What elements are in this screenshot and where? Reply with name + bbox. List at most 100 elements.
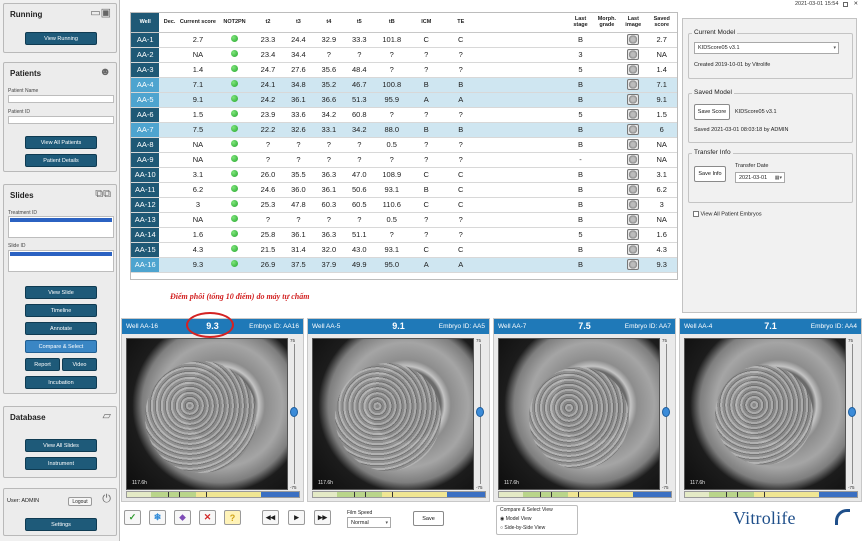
last-image-icon[interactable] [627, 229, 640, 240]
last-image-icon[interactable] [627, 244, 640, 255]
column-header[interactable] [478, 13, 568, 33]
last-image-icon[interactable] [627, 79, 640, 90]
column-header[interactable]: t4 [313, 13, 345, 33]
embryo-timeline[interactable] [126, 491, 300, 498]
last-image-icon[interactable] [627, 139, 640, 150]
restore-window-icon[interactable] [843, 1, 849, 7]
compare-select-button[interactable]: Compare & Select [25, 340, 97, 353]
well-cell[interactable]: AA-10 [131, 167, 160, 183]
focal-plane-slider[interactable]: 75 -75 [476, 338, 485, 490]
accept-button[interactable]: ✓ [124, 510, 141, 525]
close-window-icon[interactable]: ✕ [853, 1, 858, 7]
last-image-icon[interactable] [627, 124, 640, 135]
slider-knob[interactable] [662, 407, 670, 417]
table-row[interactable]: AA-3 1.4 24.7 27.6 35.6 48.4??? 5 1.4 [131, 62, 677, 78]
column-header[interactable]: NOT2PN [216, 13, 253, 33]
last-image-icon[interactable] [627, 259, 640, 270]
column-header[interactable]: Current score [179, 13, 217, 33]
incubation-button[interactable]: Incubation [25, 376, 97, 389]
play-button[interactable]: ▸ [288, 510, 305, 525]
column-header[interactable]: Saved score [646, 13, 677, 33]
column-header[interactable]: Last image [620, 13, 647, 33]
well-cell[interactable]: AA-4 [131, 77, 160, 93]
table-row[interactable]: AA-8 NA???? 0.5?? B NA [131, 137, 677, 153]
table-row[interactable]: AA-9 NA??????? - NA [131, 152, 677, 168]
freeze-button[interactable]: ❄ [149, 510, 166, 525]
embryo-image[interactable]: 117.6h [684, 338, 846, 490]
view-slide-button[interactable]: View Slide [25, 286, 97, 299]
column-header[interactable]: TE [443, 13, 479, 33]
embryo-timeline[interactable] [498, 491, 672, 498]
last-image-icon[interactable] [627, 169, 640, 180]
table-row[interactable]: AA-14 1.6 25.8 36.1 36.3 51.1??? 5 1.6 [131, 227, 677, 243]
last-image-icon[interactable] [627, 94, 640, 105]
focal-plane-slider[interactable]: 75 -75 [662, 338, 671, 490]
chevron-down-icon[interactable]: ▾ [833, 45, 838, 51]
embryo-image[interactable]: 117.6h [312, 338, 474, 490]
embryo-panel[interactable]: Well AA-16 9.3 Embryo ID: AA16 117.6h 75 -75 [121, 318, 304, 502]
embryo-panel[interactable]: Well AA-4 7.1 Embryo ID: AA4 117.6h 75 -75 [679, 318, 862, 502]
last-image-icon[interactable] [627, 154, 640, 165]
table-row[interactable]: AA-16 9.3 26.9 37.5 37.9 49.9 95.0 A A B 9.3 [131, 257, 677, 273]
view-all-patients-button[interactable]: View All Patients [25, 136, 97, 149]
column-header[interactable]: t2 [252, 13, 284, 33]
last-image-icon[interactable] [627, 184, 640, 195]
timeline-button[interactable]: Timeline [25, 304, 97, 317]
patient-name-field[interactable] [8, 95, 114, 103]
discard-button[interactable]: ✕ [199, 510, 216, 525]
save-info-button[interactable]: Save Info [694, 166, 726, 182]
save-score-button[interactable]: Save Score [694, 104, 730, 120]
embryo-image[interactable]: 117.6h [498, 338, 660, 490]
embryo-image[interactable]: 117.6h [126, 338, 288, 490]
column-header[interactable]: ICM [409, 13, 444, 33]
annotate-button[interactable]: Annotate [25, 322, 97, 335]
video-button[interactable]: Video [62, 358, 97, 371]
slider-knob[interactable] [848, 407, 856, 417]
well-cell[interactable]: AA-7 [131, 122, 160, 138]
fast-forward-button[interactable]: ▸▸ [314, 510, 331, 525]
well-cell[interactable]: AA-16 [131, 257, 160, 273]
well-cell[interactable]: AA-5 [131, 92, 160, 108]
column-header[interactable]: Dec. [159, 13, 180, 33]
unknown-button[interactable]: ? [224, 510, 241, 525]
view-all-slides-button[interactable]: View All Slides [25, 439, 97, 452]
rewind-button[interactable]: ◂◂ [262, 510, 279, 525]
well-cell[interactable]: AA-2 [131, 47, 160, 63]
table-row[interactable]: AA-5 9.1 24.2 36.1 36.6 51.3 95.9 A A B 9.1 [131, 92, 677, 108]
last-image-icon[interactable] [627, 49, 640, 60]
focal-plane-slider[interactable]: 75 -75 [848, 338, 857, 490]
calendar-icon[interactable]: ▦▾ [775, 175, 784, 181]
column-header[interactable]: Last stage [567, 13, 594, 33]
patient-details-button[interactable]: Patient Details [25, 154, 97, 167]
logout-button[interactable]: Logout [68, 497, 92, 506]
power-icon[interactable]: ⏻ [102, 494, 111, 505]
embryo-timeline[interactable] [312, 491, 486, 498]
slider-knob[interactable] [476, 407, 484, 417]
well-cell[interactable]: AA-3 [131, 62, 160, 78]
well-cell[interactable]: AA-9 [131, 152, 160, 168]
transfer-date-picker[interactable]: 2021-03-01 ▦▾ [735, 172, 785, 183]
well-cell[interactable]: AA-13 [131, 212, 160, 228]
column-header[interactable]: t5 [344, 13, 375, 33]
slide-id-list[interactable] [8, 250, 114, 272]
column-header[interactable]: t3 [283, 13, 314, 33]
focal-plane-slider[interactable]: 75 -75 [290, 338, 299, 490]
chevron-down-icon[interactable]: ▾ [385, 520, 390, 526]
table-row[interactable]: AA-11 6.2 24.6 36.0 36.1 50.6 93.1 B C B 6.2 [131, 182, 677, 198]
table-row[interactable]: AA-15 4.3 21.5 31.4 32.0 43.0 93.1 C C B 4.3 [131, 242, 677, 258]
instrument-button[interactable]: Instrument [25, 457, 97, 470]
treatment-selection[interactable] [10, 218, 112, 222]
transfer-button[interactable]: ⬥ [174, 510, 191, 525]
well-cell[interactable]: AA-14 [131, 227, 160, 243]
last-image-icon[interactable] [627, 109, 640, 120]
last-image-icon[interactable] [627, 214, 640, 225]
embryo-panel[interactable]: Well AA-7 7.5 Embryo ID: AA7 117.6h 75 -75 [493, 318, 676, 502]
slide-selection[interactable] [10, 252, 112, 256]
settings-button[interactable]: Settings [25, 518, 97, 531]
well-cell[interactable]: AA-15 [131, 242, 160, 258]
well-cell[interactable]: AA-1 [131, 32, 160, 48]
well-cell[interactable]: AA-12 [131, 197, 160, 213]
table-row[interactable]: AA-1 2.7 23.3 24.4 32.9 33.3 101.8 C C B 2.7 [131, 32, 677, 48]
well-cell[interactable]: AA-6 [131, 107, 160, 123]
view-all-embryos-checkbox[interactable]: View All Patient Embryos [693, 211, 762, 217]
